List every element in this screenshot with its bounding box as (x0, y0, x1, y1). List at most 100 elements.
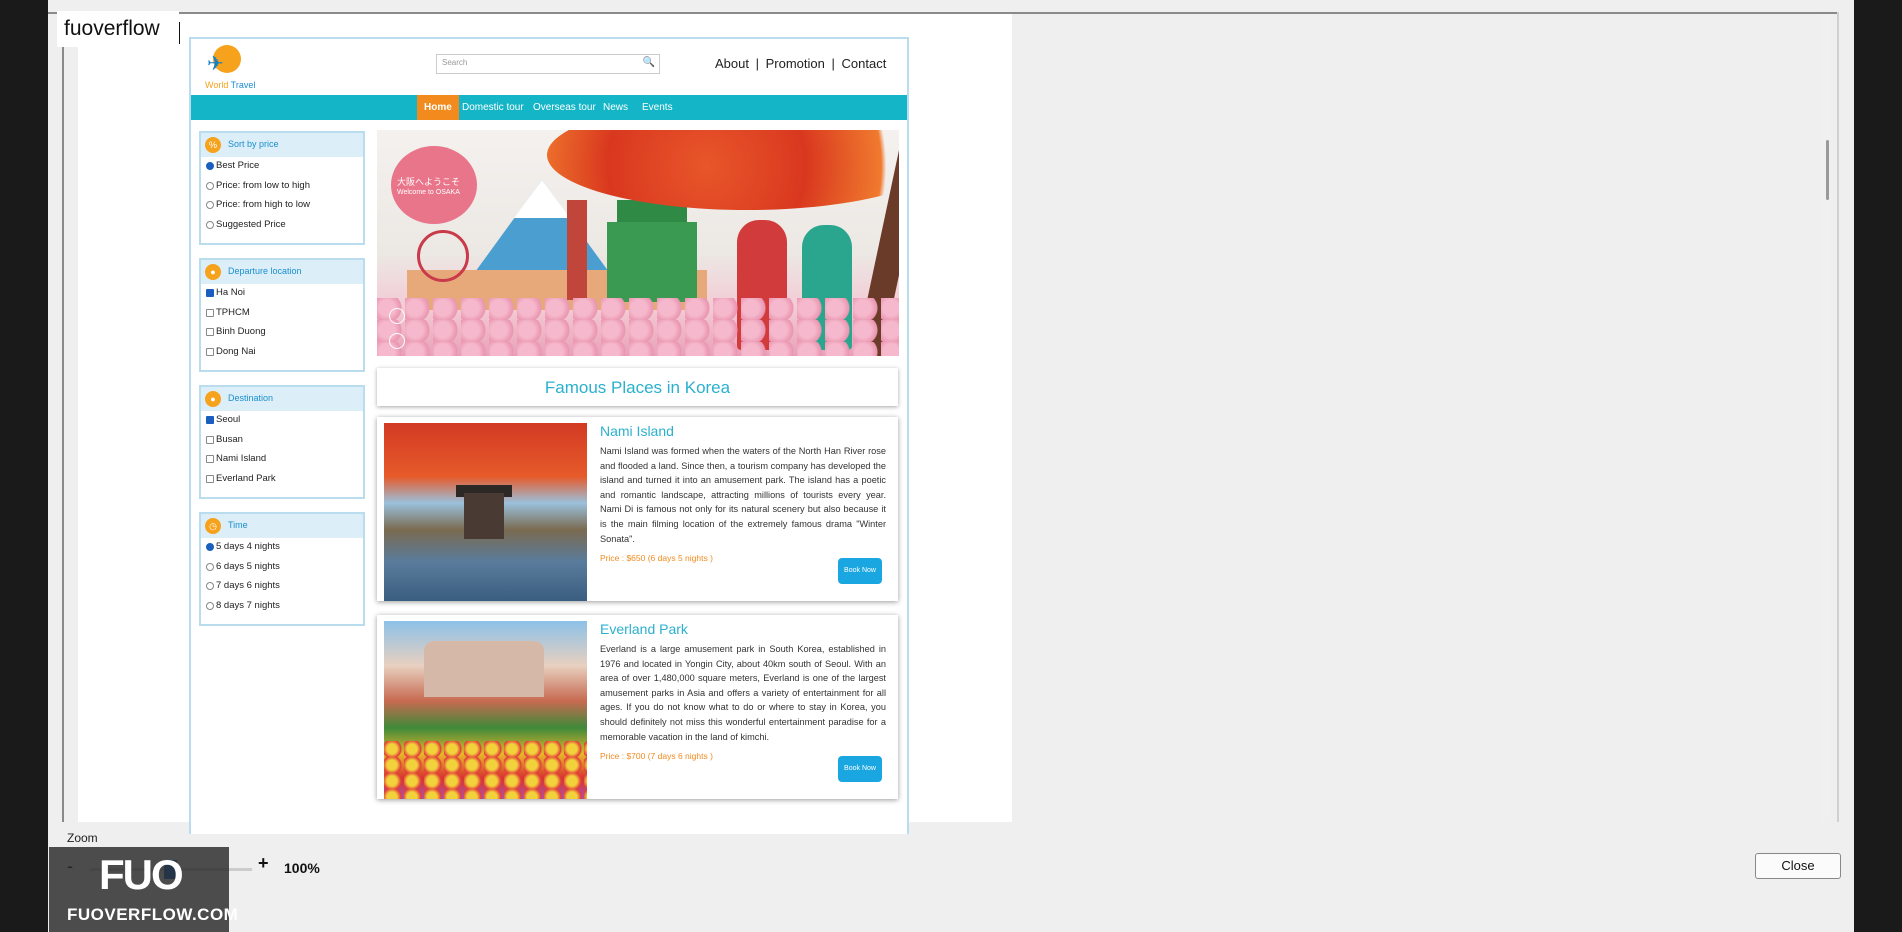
search-placeholder: Search (442, 58, 468, 67)
checkbox-option[interactable]: Ha Noi (201, 284, 363, 304)
option-label: 8 days 7 nights (216, 599, 280, 611)
option-label: Best Price (216, 160, 260, 171)
nav-news[interactable]: News (603, 95, 628, 120)
checkbox[interactable] (206, 347, 214, 356)
nav-overseas-tour[interactable]: Overseas tour (533, 95, 596, 120)
location-pin-icon: ● (205, 391, 221, 407)
filter-title: Destination (228, 393, 274, 403)
radio[interactable] (206, 582, 214, 590)
nav-events[interactable]: Events (642, 95, 673, 120)
filter-header: ● Departure location (201, 260, 363, 284)
zoom-label: Zoom (67, 831, 98, 845)
filter-time: ◷ Time 5 days 4 nights 6 days 5 nights 7… (199, 512, 365, 626)
radio-option[interactable]: Price: from low to high (201, 177, 363, 197)
radio-option[interactable]: Price: from high to low (201, 196, 363, 216)
castle-illustration (607, 222, 697, 302)
section-heading-box: Famous Places in Korea (377, 368, 898, 406)
tower-illustration (567, 200, 587, 300)
watermark-logo: FUO (99, 851, 184, 898)
nav-home[interactable]: Home (417, 95, 459, 120)
radio-option[interactable]: Best Price (201, 157, 363, 177)
place-card: Everland Park Everland is a large amusem… (377, 615, 898, 799)
option-label: Ha Noi (216, 287, 246, 298)
checkbox[interactable] (206, 455, 214, 463)
text-caret (179, 22, 180, 44)
option-label: Everland Park (216, 472, 276, 484)
price-tag-icon: % (205, 137, 221, 153)
main-nav: Home Domestic tour Overseas tour News Ev… (191, 95, 907, 120)
link-about[interactable]: About (715, 56, 749, 71)
option-label: Busan (216, 433, 243, 445)
link-separator: | (755, 56, 759, 71)
checkbox[interactable] (206, 328, 214, 336)
checkbox-option[interactable]: Everland Park (201, 470, 363, 490)
radio-selected[interactable] (206, 162, 214, 170)
radio[interactable] (206, 220, 214, 229)
clock-icon: ◷ (205, 518, 221, 534)
watermark: FUO FUOVERFLOW.COM (49, 847, 238, 932)
place-title: Everland Park (600, 621, 688, 637)
filter-header: % Sort by price (201, 133, 363, 157)
book-now-button[interactable]: Book Now (838, 756, 882, 782)
location-pin-icon: ● (205, 264, 221, 280)
filter-header: ◷ Time (201, 514, 363, 538)
mountain-snowcap (514, 180, 570, 218)
flower-field-illustration (377, 298, 899, 356)
checkbox[interactable] (206, 435, 214, 444)
link-separator: | (831, 56, 835, 71)
radio-option[interactable]: Suggested Price (201, 216, 363, 236)
checkbox[interactable] (206, 308, 214, 317)
option-label: 5 days 4 nights (216, 541, 280, 552)
radio-option[interactable]: 6 days 5 nights (201, 558, 363, 578)
place-price: Price : $700 (7 days 6 nights ) (600, 751, 713, 761)
place-description: Everland is a large amusement park in So… (600, 644, 886, 742)
radio[interactable] (206, 562, 214, 571)
option-label: Suggested Price (216, 218, 286, 230)
everland-park-image (384, 621, 587, 799)
filter-header: ● Destination (201, 387, 363, 411)
filter-destination: ● Destination Seoul Busan Nami Island Ev… (199, 385, 365, 499)
checkbox-checked[interactable] (206, 289, 214, 297)
vertical-scrollbar[interactable] (1820, 14, 1830, 822)
radio-option[interactable]: 7 days 6 nights (201, 577, 363, 597)
option-label: Seoul (216, 414, 241, 425)
search-input[interactable]: Search 🔍 (436, 54, 660, 74)
slider-dot[interactable] (389, 308, 405, 324)
checkbox-option[interactable]: Seoul (201, 411, 363, 431)
place-card: Nami Island Nami Island was formed when … (377, 417, 898, 601)
banner-text-en: Welcome to OSAKA (397, 189, 460, 196)
checkbox-option[interactable]: Dong Nai (201, 343, 363, 363)
radio[interactable] (206, 601, 214, 610)
radio[interactable] (206, 181, 214, 190)
checkbox[interactable] (206, 474, 214, 483)
top-links: About | Promotion | Contact (715, 56, 889, 71)
scrollbar-thumb[interactable] (1826, 140, 1829, 200)
radio-selected[interactable] (206, 543, 214, 551)
place-price: Price : $650 (6 days 5 nights ) (600, 553, 713, 563)
option-label: Price: from low to high (216, 179, 310, 191)
checkbox-option[interactable]: Binh Duong (201, 323, 363, 343)
filter-departure-location: ● Departure location Ha Noi TPHCM Binh D… (199, 258, 365, 372)
slider-dot[interactable] (389, 333, 405, 349)
radio-option[interactable]: 5 days 4 nights (201, 538, 363, 558)
link-promotion[interactable]: Promotion (766, 56, 825, 71)
radio-option[interactable]: 8 days 7 nights (201, 597, 363, 617)
flower-bed (384, 741, 587, 799)
radio[interactable] (206, 201, 214, 209)
checkbox-checked[interactable] (206, 416, 214, 424)
app-title: fuoverflow (64, 17, 160, 40)
filter-title: Sort by price (228, 139, 279, 149)
link-contact[interactable]: Contact (842, 56, 887, 71)
site-logo[interactable]: ✈ World Travel (205, 45, 255, 93)
nav-domestic-tour[interactable]: Domestic tour (462, 95, 524, 120)
search-icon[interactable]: 🔍 (643, 57, 655, 68)
checkbox-option[interactable]: Nami Island (201, 450, 363, 470)
airplane-icon: ✈ (207, 53, 224, 75)
zoom-in-button[interactable]: + (258, 853, 269, 874)
option-label: Nami Island (216, 453, 267, 464)
checkbox-option[interactable]: TPHCM (201, 304, 363, 324)
book-now-button[interactable]: Book Now (838, 558, 882, 584)
close-button[interactable]: Close (1755, 853, 1841, 879)
pavilion (464, 493, 504, 539)
checkbox-option[interactable]: Busan (201, 431, 363, 451)
